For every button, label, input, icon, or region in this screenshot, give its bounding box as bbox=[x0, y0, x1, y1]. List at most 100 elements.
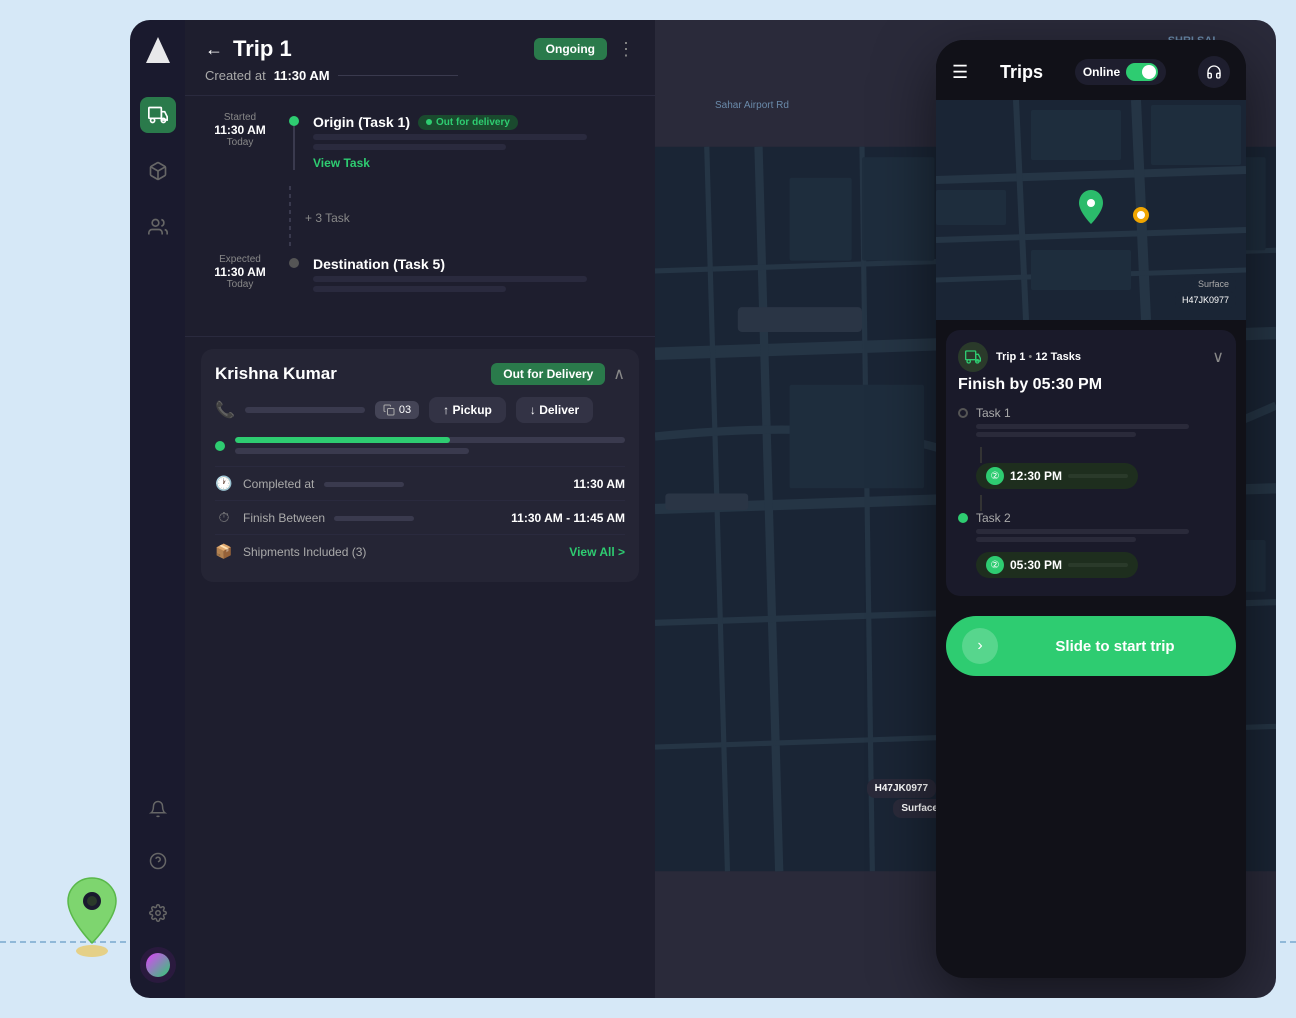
trip-card-chevron[interactable]: ∨ bbox=[1212, 347, 1224, 367]
phone-number-line bbox=[245, 407, 365, 413]
origin-dot bbox=[289, 116, 299, 126]
timer-icon: ⏱ bbox=[215, 509, 233, 526]
time1-line bbox=[1068, 474, 1128, 478]
headphone-icon[interactable] bbox=[1198, 56, 1230, 88]
task2-dot bbox=[958, 513, 968, 523]
toggle-switch[interactable] bbox=[1126, 63, 1158, 81]
finish-value: 11:30 AM - 11:45 AM bbox=[511, 511, 625, 525]
mobile-map-chip-1: H47JK0977 bbox=[1175, 292, 1236, 308]
back-button[interactable]: ← bbox=[205, 39, 223, 60]
time-badge-2: ② 05:30 PM bbox=[976, 552, 1138, 578]
mobile-phone: ☰ Trips Online bbox=[936, 40, 1246, 978]
created-label: Created at bbox=[205, 68, 266, 83]
completed-value: 11:30 AM bbox=[573, 477, 625, 491]
task-count-badge: 03 bbox=[375, 401, 419, 419]
deliver-button[interactable]: ↓ Deliver bbox=[516, 397, 593, 423]
sidebar-item-team[interactable] bbox=[140, 209, 176, 245]
plus-tasks-label: + 3 Task bbox=[305, 211, 350, 225]
shipments-row: 📦 Shipments Included (3) View All > bbox=[215, 534, 625, 568]
finish-between-row: ⏱ Finish Between 11:30 AM - 11:45 AM bbox=[215, 500, 625, 534]
status-badge: Ongoing bbox=[534, 38, 607, 60]
toggle-knob bbox=[1142, 65, 1156, 79]
expected-sub: Today bbox=[227, 279, 254, 290]
more-options-icon[interactable]: ⋮ bbox=[617, 39, 635, 60]
mobile-header: ☰ Trips Online bbox=[936, 40, 1246, 100]
mobile-map: H47JK0977 Surface bbox=[936, 100, 1246, 320]
task-count-value: 03 bbox=[399, 404, 411, 416]
phone-icon[interactable]: 📞 bbox=[215, 400, 235, 420]
trip-finish-time: Finish by 05:30 PM bbox=[958, 376, 1224, 394]
trip-avatar bbox=[958, 342, 988, 372]
app-logo bbox=[142, 35, 174, 67]
shipment-icon: 📦 bbox=[215, 543, 233, 560]
time2-text: 05:30 PM bbox=[1010, 558, 1062, 572]
mobile-task-2: Task 2 bbox=[958, 511, 1224, 542]
task1-line-2 bbox=[976, 432, 1136, 437]
finish-line bbox=[334, 516, 414, 521]
started-sub: Today bbox=[227, 137, 254, 148]
progress-fill bbox=[235, 437, 450, 443]
origin-task-title: Origin (Task 1) bbox=[313, 114, 410, 130]
task1-label: Task 1 bbox=[976, 406, 1011, 420]
delivery-status-badge: Out for delivery bbox=[418, 115, 518, 130]
completed-line bbox=[324, 482, 404, 487]
online-label: Online bbox=[1083, 65, 1120, 79]
pickup-button[interactable]: ↑ Pickup bbox=[429, 397, 506, 423]
dest-line-1 bbox=[313, 276, 587, 282]
task1-dot bbox=[958, 408, 968, 418]
location-pin-icon bbox=[60, 873, 125, 958]
completed-label: Completed at bbox=[243, 477, 563, 491]
time-badge-1: ② 12:30 PM bbox=[976, 463, 1138, 489]
started-label: Started bbox=[224, 112, 256, 123]
slide-arrow-icon: › bbox=[962, 628, 998, 664]
started-time: 11:30 AM bbox=[214, 123, 266, 137]
destination-dot bbox=[289, 258, 299, 268]
created-time: 11:30 AM bbox=[274, 68, 330, 83]
sidebar-item-trips[interactable] bbox=[140, 97, 176, 133]
collapse-icon[interactable]: ∧ bbox=[613, 364, 625, 384]
trip-detail-panel: ← Trip 1 Ongoing ⋮ Created at 11:30 AM S… bbox=[185, 20, 655, 998]
map-chip-1: H47JK0977 bbox=[867, 779, 936, 798]
timeline-connector-1 bbox=[293, 126, 295, 170]
sidebar-item-notifications[interactable] bbox=[140, 791, 176, 827]
slide-to-start-button[interactable]: › Slide to start trip bbox=[946, 616, 1236, 676]
online-toggle[interactable]: Online bbox=[1075, 59, 1166, 85]
mobile-task-1: Task 1 bbox=[958, 406, 1224, 437]
trip-meta: Trip 1 • 12 Tasks bbox=[996, 351, 1081, 363]
progress-sub-line bbox=[235, 448, 469, 454]
task-connector-2 bbox=[980, 495, 982, 511]
view-task-link[interactable]: View Task bbox=[313, 156, 635, 170]
driver-name: Krishna Kumar bbox=[215, 364, 337, 384]
header-line bbox=[338, 75, 458, 76]
sidebar-item-packages[interactable] bbox=[140, 153, 176, 189]
sidebar-item-profile[interactable] bbox=[140, 947, 176, 983]
time2-line bbox=[1068, 563, 1128, 567]
clock-icon: 🕐 bbox=[215, 475, 233, 492]
time-badge-dot-1: ② bbox=[986, 467, 1004, 485]
map-area: SHRI SAISOCIETY K WING Sahar Airport Rd … bbox=[655, 20, 1276, 998]
task2-line-2 bbox=[976, 537, 1136, 542]
mobile-title: Trips bbox=[1000, 62, 1043, 83]
sidebar-item-help[interactable] bbox=[140, 843, 176, 879]
map-label-3: Sahar Airport Rd bbox=[715, 100, 789, 111]
shipments-label: Shipments Included (3) bbox=[243, 545, 559, 559]
mobile-menu-icon[interactable]: ☰ bbox=[952, 62, 968, 83]
slide-text: Slide to start trip bbox=[1010, 638, 1220, 655]
task-line-2 bbox=[313, 144, 506, 150]
panel-header: ← Trip 1 Ongoing ⋮ Created at 11:30 AM bbox=[185, 20, 655, 96]
trip-card: Trip 1 • 12 Tasks ∨ Finish by 05:30 PM T… bbox=[946, 330, 1236, 596]
view-all-link[interactable]: View All > bbox=[569, 545, 625, 559]
driver-status-badge: Out for Delivery bbox=[491, 363, 605, 385]
expected-label: Expected bbox=[219, 254, 261, 265]
expected-time: 11:30 AM bbox=[214, 265, 266, 279]
sidebar-item-settings[interactable] bbox=[140, 895, 176, 931]
destination-task-title: Destination (Task 5) bbox=[313, 256, 445, 272]
time-badge-dot-2: ② bbox=[986, 556, 1004, 574]
dest-line-2 bbox=[313, 286, 506, 292]
task2-label: Task 2 bbox=[976, 511, 1011, 525]
progress-dot bbox=[215, 441, 225, 451]
trip-title: Trip 1 bbox=[233, 36, 292, 62]
divider-1 bbox=[185, 336, 655, 337]
driver-card: Krishna Kumar Out for Delivery ∧ 📞 03 ↑ … bbox=[201, 349, 639, 582]
task1-line-1 bbox=[976, 424, 1189, 429]
